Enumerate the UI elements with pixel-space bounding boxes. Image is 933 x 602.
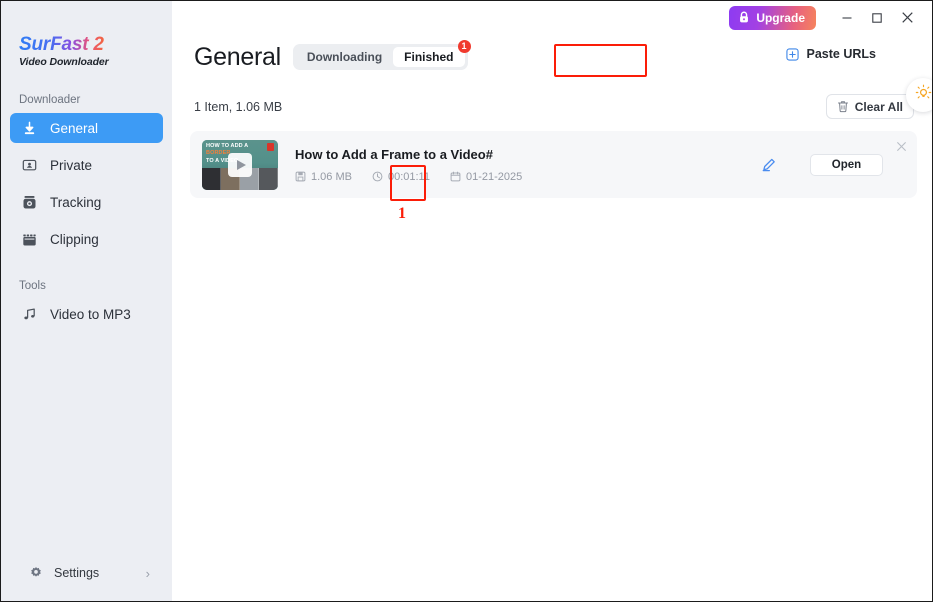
- clear-all-button[interactable]: Clear All: [825, 94, 914, 119]
- sidebar-item-private[interactable]: Private: [10, 150, 163, 180]
- download-item-info: How to Add a Frame to a Video# 1.06 MB 0…: [295, 147, 759, 183]
- gear-icon: [28, 564, 44, 582]
- logo-subtitle: Video Downloader: [19, 56, 109, 68]
- paste-urls-label: Paste URLs: [806, 47, 876, 61]
- meta-size-label: 1.06 MB: [311, 170, 352, 183]
- logo-title: SurFast 2: [19, 34, 104, 55]
- open-button[interactable]: Open: [810, 153, 883, 176]
- download-item-meta: 1.06 MB 00:01:11 01-21-2025: [295, 171, 759, 183]
- sidebar-item-label-tracking: Tracking: [50, 194, 102, 210]
- thumbnail-caption-line1: HOW TO ADD A: [206, 142, 249, 149]
- list-toolbar: 1 Item, 1.06 MB Clear All: [172, 80, 932, 119]
- meta-date: 01-21-2025: [450, 171, 522, 183]
- app-window: SurFast 2 Video Downloader Downloader Ge…: [0, 0, 933, 602]
- clipping-film-icon: [19, 230, 39, 248]
- tab-finished-badge: 1: [457, 40, 471, 53]
- sidebar-item-tracking[interactable]: Tracking: [10, 187, 163, 217]
- close-icon[interactable]: [894, 139, 908, 153]
- upgrade-label: Upgrade: [756, 10, 805, 25]
- sidebar-item-label-video-to-mp3: Video to MP3: [50, 306, 131, 322]
- lock-icon: [738, 11, 750, 24]
- meta-size: 1.06 MB: [295, 171, 352, 183]
- tab-group: Downloading Finished 1: [292, 40, 471, 70]
- sidebar-item-general[interactable]: General: [10, 113, 163, 143]
- sidebar: SurFast 2 Video Downloader Downloader Ge…: [1, 1, 172, 601]
- close-button[interactable]: [892, 5, 922, 31]
- sidebar-item-video-to-mp3[interactable]: Video to MP3: [10, 299, 163, 329]
- pencil-edit-icon[interactable]: [759, 155, 779, 175]
- chevron-right-icon: ›: [145, 565, 150, 581]
- music-note-icon: [19, 305, 39, 323]
- sidebar-section-downloader-label: Downloader: [19, 94, 81, 106]
- item-summary: 1 Item, 1.06 MB: [194, 99, 283, 114]
- sidebar-item-label-private: Private: [50, 157, 93, 173]
- page-title: General: [194, 42, 281, 71]
- minimize-button[interactable]: [832, 5, 862, 31]
- plus-square-icon: [785, 47, 799, 61]
- sidebar-item-label-clipping: Clipping: [50, 231, 99, 247]
- tab-downloading[interactable]: Downloading: [296, 47, 393, 67]
- main-content: Upgrade General Downloading Finished 1 P…: [172, 1, 932, 601]
- tracking-camera-icon: [19, 193, 39, 211]
- trash-icon: [837, 100, 849, 113]
- meta-date-label: 01-21-2025: [465, 170, 523, 183]
- tab-finished[interactable]: Finished 1: [393, 40, 471, 67]
- file-size-icon: [295, 171, 306, 182]
- meta-duration: 00:01:11: [372, 171, 430, 183]
- sidebar-nav-tools: Video to MP3: [1, 299, 172, 329]
- tab-finished-label: Finished: [404, 50, 454, 64]
- settings-label: Settings: [54, 566, 100, 580]
- tab-downloading-label: Downloading: [306, 50, 383, 64]
- thumbnail-badge-icon: [267, 142, 274, 151]
- download-arrow-icon: [19, 119, 39, 137]
- sidebar-section-tools-label: Tools: [19, 280, 46, 292]
- window-controls: [832, 5, 922, 31]
- meta-duration-label: 00:01:11: [387, 170, 430, 183]
- download-list: HOW TO ADD A BORDER TO A VIDEO How to Ad…: [172, 119, 932, 198]
- private-screen-icon: [19, 156, 39, 174]
- clock-icon: [372, 171, 383, 182]
- paste-urls-button[interactable]: Paste URLs: [785, 47, 876, 61]
- title-bar: Upgrade: [172, 1, 932, 34]
- download-item-title: How to Add a Frame to a Video#: [295, 146, 493, 162]
- page-header: General Downloading Finished 1 Paste URL…: [172, 34, 932, 112]
- sidebar-item-label-general: General: [50, 120, 99, 136]
- sidebar-item-settings[interactable]: Settings ›: [1, 559, 172, 587]
- open-button-label: Open: [831, 158, 862, 171]
- annotation-number-1: 1: [398, 205, 406, 222]
- sidebar-item-clipping[interactable]: Clipping: [10, 224, 163, 254]
- sidebar-nav-downloader: General Private Tracking Clipping: [1, 113, 172, 254]
- tips-button[interactable]: [906, 78, 932, 112]
- app-logo: SurFast 2 Video Downloader: [1, 1, 172, 68]
- maximize-button[interactable]: [862, 5, 892, 31]
- upgrade-button[interactable]: Upgrade: [729, 5, 816, 30]
- lightbulb-icon: [915, 84, 932, 106]
- video-thumbnail[interactable]: HOW TO ADD A BORDER TO A VIDEO: [202, 139, 278, 190]
- calendar-icon: [450, 171, 461, 182]
- play-icon[interactable]: [228, 152, 252, 177]
- clear-all-label: Clear All: [854, 99, 903, 114]
- download-item-row: HOW TO ADD A BORDER TO A VIDEO How to Ad…: [190, 131, 917, 198]
